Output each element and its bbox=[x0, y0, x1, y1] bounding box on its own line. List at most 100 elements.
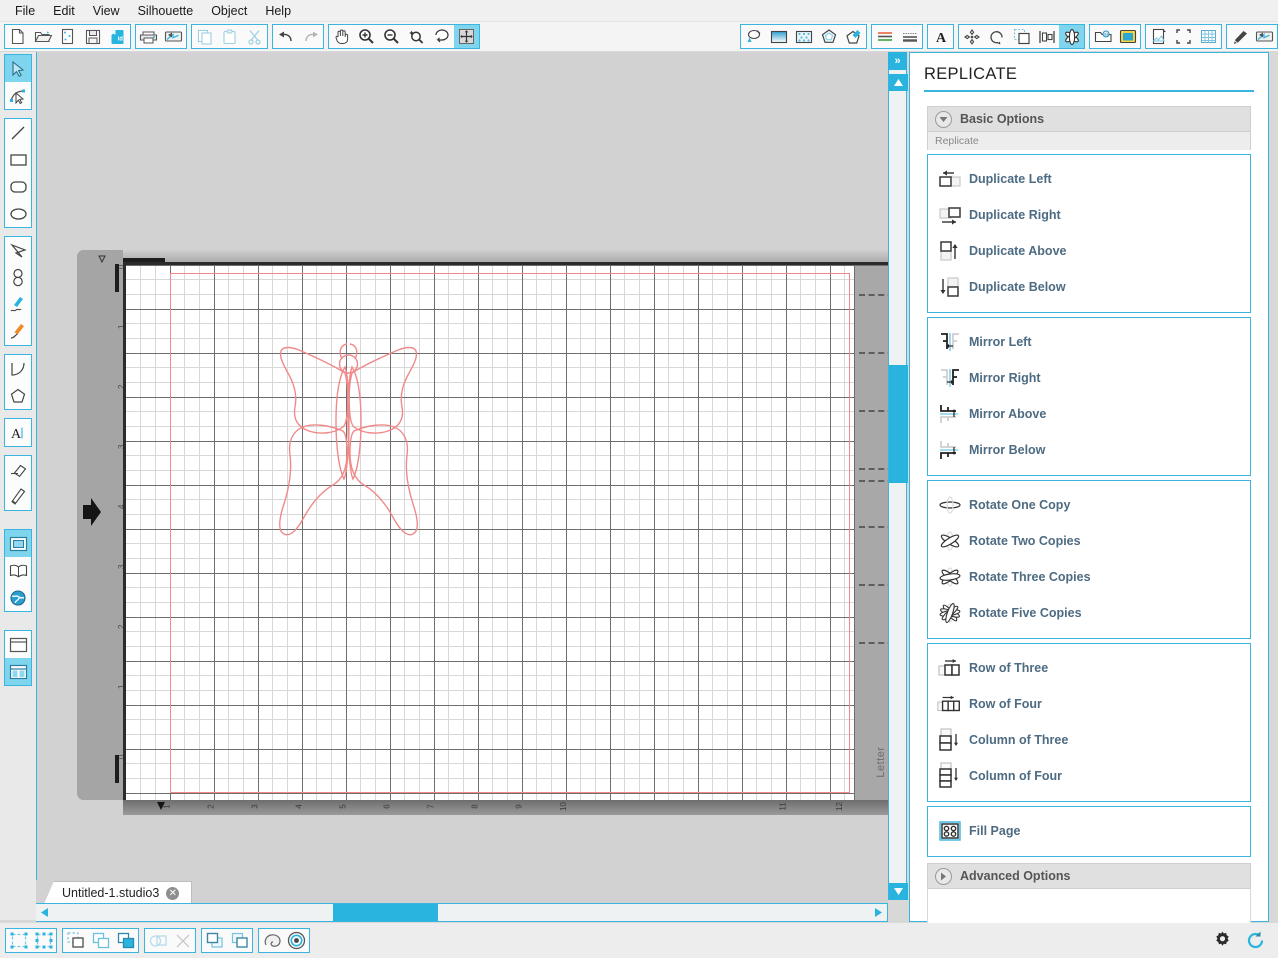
row-of-three-option[interactable]: Row of Three bbox=[928, 650, 1250, 686]
rotate-three-copies-option[interactable]: Rotate Three Copies bbox=[928, 559, 1250, 595]
replicate-icon[interactable] bbox=[1059, 25, 1084, 48]
ungroup-icon[interactable] bbox=[31, 929, 56, 952]
scroll-left-button[interactable] bbox=[36, 904, 53, 921]
send-icon[interactable] bbox=[1252, 25, 1277, 48]
advanced-options-header[interactable]: Advanced Options bbox=[927, 863, 1251, 889]
design-page-icon[interactable] bbox=[5, 530, 31, 557]
menu-item-edit[interactable]: Edit bbox=[44, 2, 84, 20]
page-setup-icon[interactable] bbox=[1146, 25, 1171, 48]
text-style-icon[interactable]: A bbox=[928, 25, 953, 48]
release-compound-path-icon[interactable] bbox=[88, 929, 113, 952]
basic-options-header[interactable]: Basic Options bbox=[927, 106, 1251, 132]
line-style-icon[interactable] bbox=[872, 25, 897, 48]
transform-icon[interactable] bbox=[959, 25, 984, 48]
document-tab[interactable]: Untitled-1.studio3 ✕ bbox=[44, 881, 193, 904]
redo-icon[interactable] bbox=[298, 25, 323, 48]
menu-item-file[interactable]: File bbox=[6, 2, 44, 20]
offset-ring-icon[interactable] bbox=[284, 929, 309, 952]
copy-icon[interactable] bbox=[192, 25, 217, 48]
cut-icon[interactable] bbox=[242, 25, 267, 48]
rotate-one-copy-option[interactable]: Rotate One Copy bbox=[928, 487, 1250, 523]
paste-icon[interactable] bbox=[217, 25, 242, 48]
curve-tool-icon[interactable] bbox=[5, 264, 31, 291]
grid-settings-icon[interactable] bbox=[1196, 25, 1221, 48]
fit-to-window-icon[interactable] bbox=[454, 25, 479, 48]
knife-tool-icon[interactable] bbox=[5, 483, 31, 510]
fill-pattern-icon[interactable] bbox=[791, 25, 816, 48]
smooth-freehand-tool-icon[interactable] bbox=[5, 318, 31, 345]
pen-holder-icon[interactable] bbox=[1227, 25, 1252, 48]
vertical-scroll-thumb[interactable] bbox=[889, 365, 908, 483]
fill-page-option[interactable]: Fill Page bbox=[928, 813, 1250, 849]
zoom-in-icon[interactable] bbox=[354, 25, 379, 48]
library-book-icon[interactable] bbox=[5, 557, 31, 584]
close-icon[interactable]: ✕ bbox=[166, 886, 180, 900]
mirror-above-option[interactable]: Mirror Above bbox=[928, 396, 1250, 432]
fill-gradient-icon[interactable] bbox=[766, 25, 791, 48]
eraser-tool-icon[interactable] bbox=[5, 456, 31, 483]
undo-icon[interactable] bbox=[273, 25, 298, 48]
scroll-right-button[interactable] bbox=[870, 904, 887, 921]
scroll-up-button[interactable] bbox=[889, 74, 908, 91]
duplicate-above-option[interactable]: Duplicate Above bbox=[928, 233, 1250, 269]
duplicate-right-option[interactable]: Duplicate Right bbox=[928, 197, 1250, 233]
print-icon[interactable] bbox=[136, 25, 161, 48]
zoom-selection-icon[interactable] bbox=[404, 25, 429, 48]
scroll-down-button[interactable] bbox=[889, 883, 908, 900]
horizontal-scroll-thumb[interactable] bbox=[333, 904, 438, 921]
trace-icon[interactable] bbox=[259, 929, 284, 952]
column-of-four-option[interactable]: Column of Four bbox=[928, 758, 1250, 794]
registration-marks-icon[interactable] bbox=[1171, 25, 1196, 48]
sync-refresh-icon[interactable] bbox=[1243, 929, 1268, 952]
save-to-library-icon[interactable]: id bbox=[105, 25, 130, 48]
rounded-rectangle-tool-icon[interactable] bbox=[5, 173, 31, 200]
polygon-tool-icon[interactable] bbox=[5, 237, 31, 264]
store-globe-icon[interactable] bbox=[5, 584, 31, 611]
canvas-horizontal-scrollbar[interactable] bbox=[36, 903, 888, 922]
row-of-four-option[interactable]: Row of Four bbox=[928, 686, 1250, 722]
edit-points-icon[interactable] bbox=[5, 82, 31, 109]
rotate-five-copies-option[interactable]: Rotate Five Copies bbox=[928, 595, 1250, 631]
mirror-right-option[interactable]: Mirror Right bbox=[928, 360, 1250, 396]
offset-icon[interactable] bbox=[1009, 25, 1034, 48]
save-icon[interactable] bbox=[80, 25, 105, 48]
line-tool-icon[interactable] bbox=[5, 119, 31, 146]
bring-to-front-icon[interactable] bbox=[202, 929, 227, 952]
menu-item-silhouette[interactable]: Silhouette bbox=[129, 2, 203, 20]
freehand-tool-icon[interactable] bbox=[5, 291, 31, 318]
sketch-pen-icon[interactable] bbox=[841, 25, 866, 48]
send-to-back-icon[interactable] bbox=[227, 929, 252, 952]
regular-polygon-tool-icon[interactable] bbox=[5, 382, 31, 409]
detach-icon[interactable] bbox=[170, 929, 195, 952]
merge-icon[interactable] bbox=[145, 929, 170, 952]
pan-hand-icon[interactable] bbox=[329, 25, 354, 48]
ellipse-tool-icon[interactable] bbox=[5, 200, 31, 227]
line-thickness-icon[interactable] bbox=[897, 25, 922, 48]
settings-gear-icon[interactable] bbox=[1210, 929, 1235, 952]
text-tool-icon[interactable]: A bbox=[5, 419, 31, 446]
rectangle-tool-icon[interactable] bbox=[5, 146, 31, 173]
group-icon[interactable] bbox=[6, 929, 31, 952]
store-icon[interactable] bbox=[1115, 25, 1140, 48]
weld-icon[interactable] bbox=[113, 929, 138, 952]
zoom-out-icon[interactable] bbox=[379, 25, 404, 48]
column-of-three-option[interactable]: Column of Three bbox=[928, 722, 1250, 758]
design-canvas[interactable]: 0 1 2 3 4 3 2 1 0 Letter 1 2 3 4 5 6 7 8… bbox=[36, 52, 888, 900]
mirror-left-option[interactable]: Mirror Left bbox=[928, 324, 1250, 360]
menu-item-object[interactable]: Object bbox=[202, 2, 256, 20]
arc-tool-icon[interactable] bbox=[5, 355, 31, 382]
duplicate-below-option[interactable]: Duplicate Below bbox=[928, 269, 1250, 305]
make-compound-path-icon[interactable] bbox=[63, 929, 88, 952]
butterfly-outline[interactable] bbox=[237, 327, 457, 542]
select-arrow-icon[interactable] bbox=[5, 55, 31, 82]
fill-color-icon[interactable] bbox=[741, 25, 766, 48]
single-view-icon[interactable] bbox=[5, 631, 31, 658]
modify-icon[interactable] bbox=[984, 25, 1009, 48]
line-color-icon[interactable] bbox=[816, 25, 841, 48]
zoom-region-icon[interactable] bbox=[429, 25, 454, 48]
send-to-silhouette-icon[interactable] bbox=[161, 25, 186, 48]
open-document-icon[interactable] bbox=[30, 25, 55, 48]
open-recent-icon[interactable] bbox=[55, 25, 80, 48]
collapse-panel-button[interactable]: » bbox=[888, 52, 907, 70]
menu-item-view[interactable]: View bbox=[84, 2, 129, 20]
